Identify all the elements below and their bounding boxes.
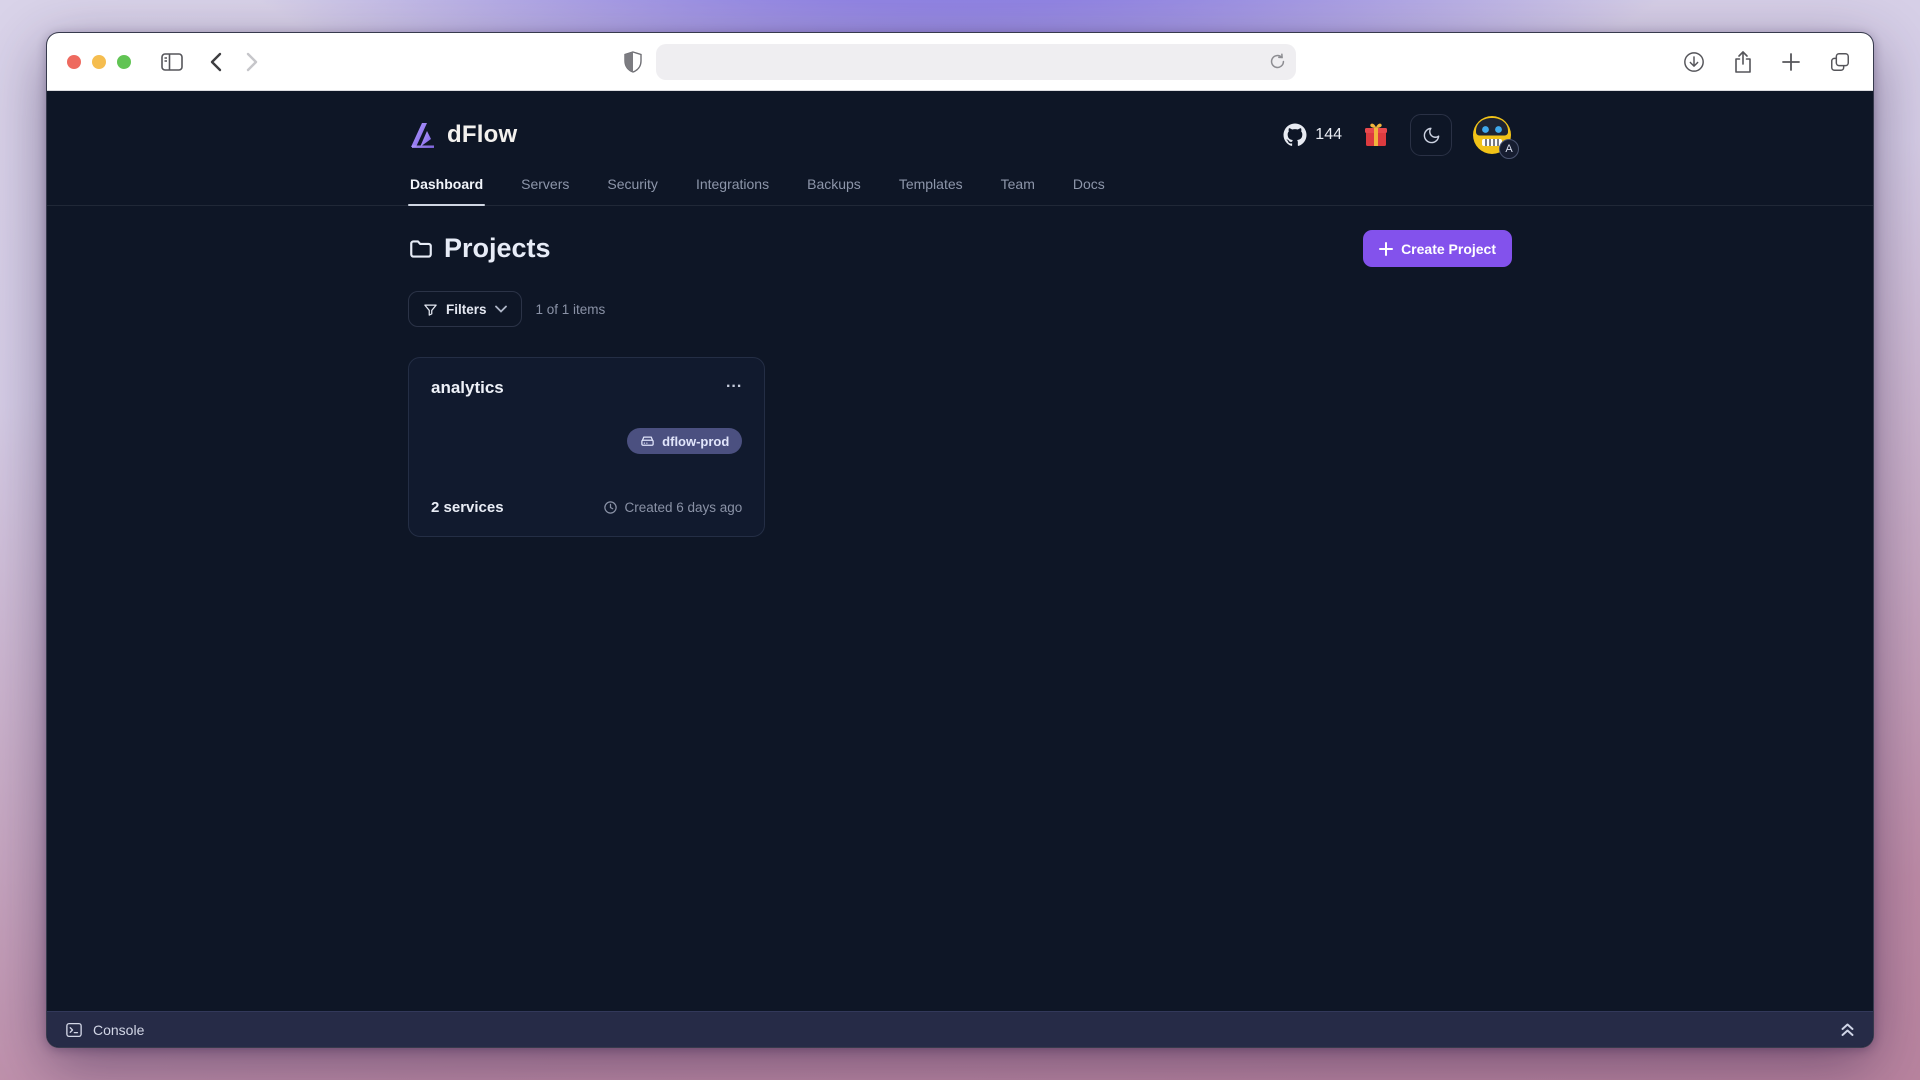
forward-button[interactable] — [246, 52, 259, 72]
minimize-window-button[interactable] — [92, 55, 106, 69]
console-label: Console — [93, 1022, 144, 1038]
projects-page: Projects Create Project — [408, 230, 1512, 537]
downloads-icon[interactable] — [1683, 51, 1705, 73]
theme-toggle-button[interactable] — [1410, 114, 1452, 156]
moon-icon — [1422, 126, 1441, 145]
projects-grid: analytics ... — [408, 357, 1512, 537]
nav-tab-integrations[interactable]: Integrations — [694, 165, 771, 205]
new-tab-icon[interactable] — [1781, 52, 1801, 72]
github-stars[interactable]: 144 — [1283, 123, 1342, 147]
create-project-label: Create Project — [1401, 241, 1496, 257]
share-icon[interactable] — [1733, 50, 1753, 74]
privacy-shield-icon[interactable] — [624, 51, 642, 73]
page-title: Projects — [444, 233, 551, 264]
browser-toolbar — [47, 33, 1873, 91]
address-bar[interactable] — [656, 44, 1296, 80]
items-count: 1 of 1 items — [536, 302, 606, 317]
filters-button[interactable]: Filters — [408, 291, 522, 327]
project-name: analytics — [431, 378, 504, 398]
project-created-label: Created 6 days ago — [624, 500, 742, 515]
window-controls — [67, 55, 131, 69]
console-icon — [65, 1021, 83, 1039]
close-window-button[interactable] — [67, 55, 81, 69]
nav-tab-backups[interactable]: Backups — [805, 165, 863, 205]
nav-tab-dashboard[interactable]: Dashboard — [408, 165, 485, 205]
filter-funnel-icon — [423, 302, 438, 317]
tab-overview-icon[interactable] — [1829, 51, 1851, 73]
nav-tab-docs[interactable]: Docs — [1071, 165, 1107, 205]
console-expand-icon[interactable] — [1840, 1022, 1855, 1038]
clock-icon — [603, 500, 618, 515]
avatar-status-badge: A — [1499, 139, 1519, 159]
project-card-analytics[interactable]: analytics ... — [408, 357, 765, 537]
brand[interactable]: dFlow — [408, 121, 517, 149]
filters-label: Filters — [446, 302, 487, 317]
project-menu-button[interactable]: ... — [726, 378, 742, 388]
user-avatar[interactable]: A — [1472, 115, 1512, 155]
desktop-backdrop: dFlow 144 — [0, 0, 1920, 1080]
main-nav: Dashboard Servers Security Integrations … — [47, 165, 1873, 206]
server-tag-badge[interactable]: dflow-prod — [627, 428, 742, 454]
back-button[interactable] — [209, 52, 222, 72]
nav-tab-team[interactable]: Team — [999, 165, 1037, 205]
nav-tab-templates[interactable]: Templates — [897, 165, 965, 205]
nav-tab-security[interactable]: Security — [605, 165, 660, 205]
address-input[interactable] — [668, 54, 1260, 70]
plus-icon — [1379, 242, 1393, 256]
brand-name: dFlow — [447, 121, 517, 149]
reload-icon[interactable] — [1268, 52, 1287, 71]
github-star-count: 144 — [1315, 126, 1342, 144]
create-project-button[interactable]: Create Project — [1363, 230, 1512, 267]
gift-icon[interactable] — [1362, 121, 1390, 149]
zoom-window-button[interactable] — [117, 55, 131, 69]
dflow-logo-icon — [408, 121, 438, 149]
app-root: dFlow 144 — [47, 91, 1873, 1048]
chevron-down-icon — [495, 305, 507, 313]
project-services-count: 2 services — [431, 499, 504, 516]
browser-window: dFlow 144 — [46, 32, 1874, 1048]
github-icon — [1283, 123, 1307, 147]
nav-tab-servers[interactable]: Servers — [519, 165, 571, 205]
server-tag-label: dflow-prod — [662, 434, 729, 449]
server-icon — [640, 434, 655, 449]
folder-icon — [408, 236, 434, 262]
console-bar[interactable]: Console — [47, 1011, 1873, 1048]
sidebar-toggle-icon[interactable] — [161, 53, 183, 71]
